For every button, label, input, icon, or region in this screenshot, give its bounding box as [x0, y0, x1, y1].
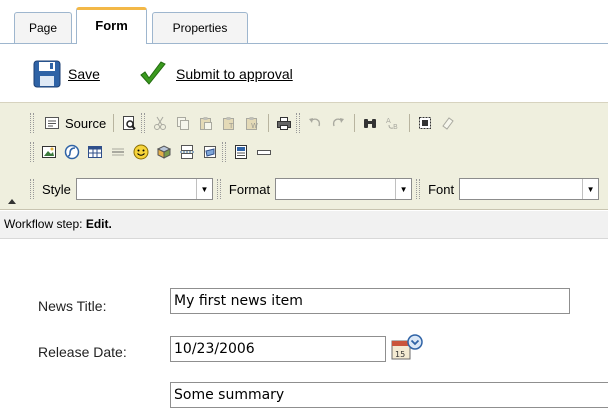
page-break-icon[interactable]	[176, 141, 198, 163]
news-title-label: News Title:	[38, 298, 107, 314]
toolbar-grip[interactable]	[296, 113, 301, 133]
svg-text:15: 15	[395, 350, 405, 359]
calendar-icon: 15	[391, 334, 423, 360]
select-all-icon[interactable]	[414, 112, 436, 134]
save-disk-icon	[33, 60, 61, 88]
template-icon[interactable]	[230, 141, 252, 163]
find-binoculars-icon[interactable]	[359, 112, 381, 134]
copy-icon[interactable]	[172, 112, 194, 134]
calendar-picker-button[interactable]: 15	[390, 334, 424, 362]
insert-image-icon[interactable]	[38, 141, 60, 163]
tab-properties[interactable]: Properties	[152, 12, 248, 44]
workflow-step-value: Edit.	[85, 217, 112, 231]
horizontal-rule-icon[interactable]	[107, 141, 129, 163]
toolbar-row-2	[30, 138, 276, 166]
toolbar-row-3: Style ▼ Format ▼ Font ▼	[30, 175, 600, 203]
submit-to-approval-button[interactable]: Submit to approval	[138, 58, 293, 90]
action-bar: Save Submit to approval	[0, 44, 608, 102]
summary-input[interactable]	[170, 382, 608, 408]
paste-word-icon[interactable]: W	[241, 112, 263, 134]
smiley-icon[interactable]	[130, 141, 152, 163]
tab-form[interactable]: Form	[76, 7, 147, 44]
style-label: Style	[42, 181, 71, 197]
workflow-prefix: Workflow step:	[4, 217, 86, 231]
save-label: Save	[68, 66, 100, 82]
tab-page[interactable]: Page	[14, 12, 72, 44]
format-select[interactable]: ▼	[275, 178, 413, 200]
svg-text:T: T	[228, 122, 234, 130]
format-label: Format	[228, 181, 271, 197]
svg-text:A: A	[386, 117, 391, 125]
svg-text:W: W	[251, 122, 258, 130]
paste-icon[interactable]	[195, 112, 217, 134]
source-icon	[41, 112, 63, 134]
paste-text-icon[interactable]: T	[218, 112, 240, 134]
insert-flash-icon[interactable]	[61, 141, 83, 163]
insert-table-icon[interactable]	[84, 141, 106, 163]
remove-format-eraser-icon[interactable]	[437, 112, 459, 134]
editor-toolbar: Source T W AB Style ▼ Format ▼ Font ▼	[0, 102, 608, 210]
submit-to-approval-label: Submit to approval	[176, 66, 293, 82]
format-select-value	[276, 179, 395, 199]
release-date-input[interactable]	[170, 336, 386, 362]
chevron-down-icon[interactable]: ▼	[395, 179, 412, 199]
source-button[interactable]: Source	[38, 112, 109, 134]
release-date-label: Release Date:	[38, 344, 127, 360]
print-icon[interactable]	[273, 112, 295, 134]
svg-text:B: B	[393, 123, 398, 131]
style-select-value	[77, 179, 196, 199]
toolbar-separator	[268, 114, 270, 132]
style-select[interactable]: ▼	[75, 178, 213, 200]
chevron-down-icon[interactable]: ▼	[582, 179, 599, 199]
toolbar-grip[interactable]	[141, 113, 146, 133]
redo-icon[interactable]	[327, 112, 349, 134]
tab-properties-label: Properties	[172, 21, 228, 35]
toolbar-row-1: Source T W AB	[30, 109, 460, 137]
undo-icon[interactable]	[304, 112, 326, 134]
news-title-input[interactable]	[170, 288, 570, 314]
tab-bar: Page Form Properties	[0, 0, 608, 44]
collapse-toolbar-icon[interactable]	[8, 199, 16, 204]
tab-form-label: Form	[95, 18, 128, 33]
cut-icon[interactable]	[149, 112, 171, 134]
chevron-down-icon[interactable]: ▼	[195, 179, 212, 199]
toolbar-grip[interactable]	[416, 179, 421, 199]
toolbar-grip[interactable]	[30, 179, 34, 199]
source-label: Source	[65, 115, 107, 131]
replace-icon[interactable]: AB	[382, 112, 404, 134]
font-label: Font	[428, 181, 455, 197]
save-button[interactable]: Save	[32, 58, 100, 90]
special-char-icon[interactable]	[153, 141, 175, 163]
toolbar-grip[interactable]	[222, 142, 226, 162]
tab-page-label: Page	[28, 21, 58, 35]
green-checkmark-icon	[140, 61, 166, 85]
font-select[interactable]: ▼	[459, 178, 600, 200]
toolbar-grip[interactable]	[30, 113, 34, 133]
toolbar-separator	[409, 114, 411, 132]
toolbar-grip[interactable]	[216, 179, 221, 199]
preview-icon[interactable]	[118, 112, 140, 134]
text-field-icon[interactable]	[253, 141, 275, 163]
toolbar-separator	[354, 114, 356, 132]
news-form: News Title: Release Date: 15	[0, 240, 608, 414]
toolbar-grip[interactable]	[30, 142, 34, 162]
toolbar-separator	[113, 114, 115, 132]
font-select-value	[460, 179, 582, 199]
spellcheck-icon[interactable]	[199, 141, 221, 163]
workflow-status: Workflow step: Edit.	[0, 211, 608, 239]
